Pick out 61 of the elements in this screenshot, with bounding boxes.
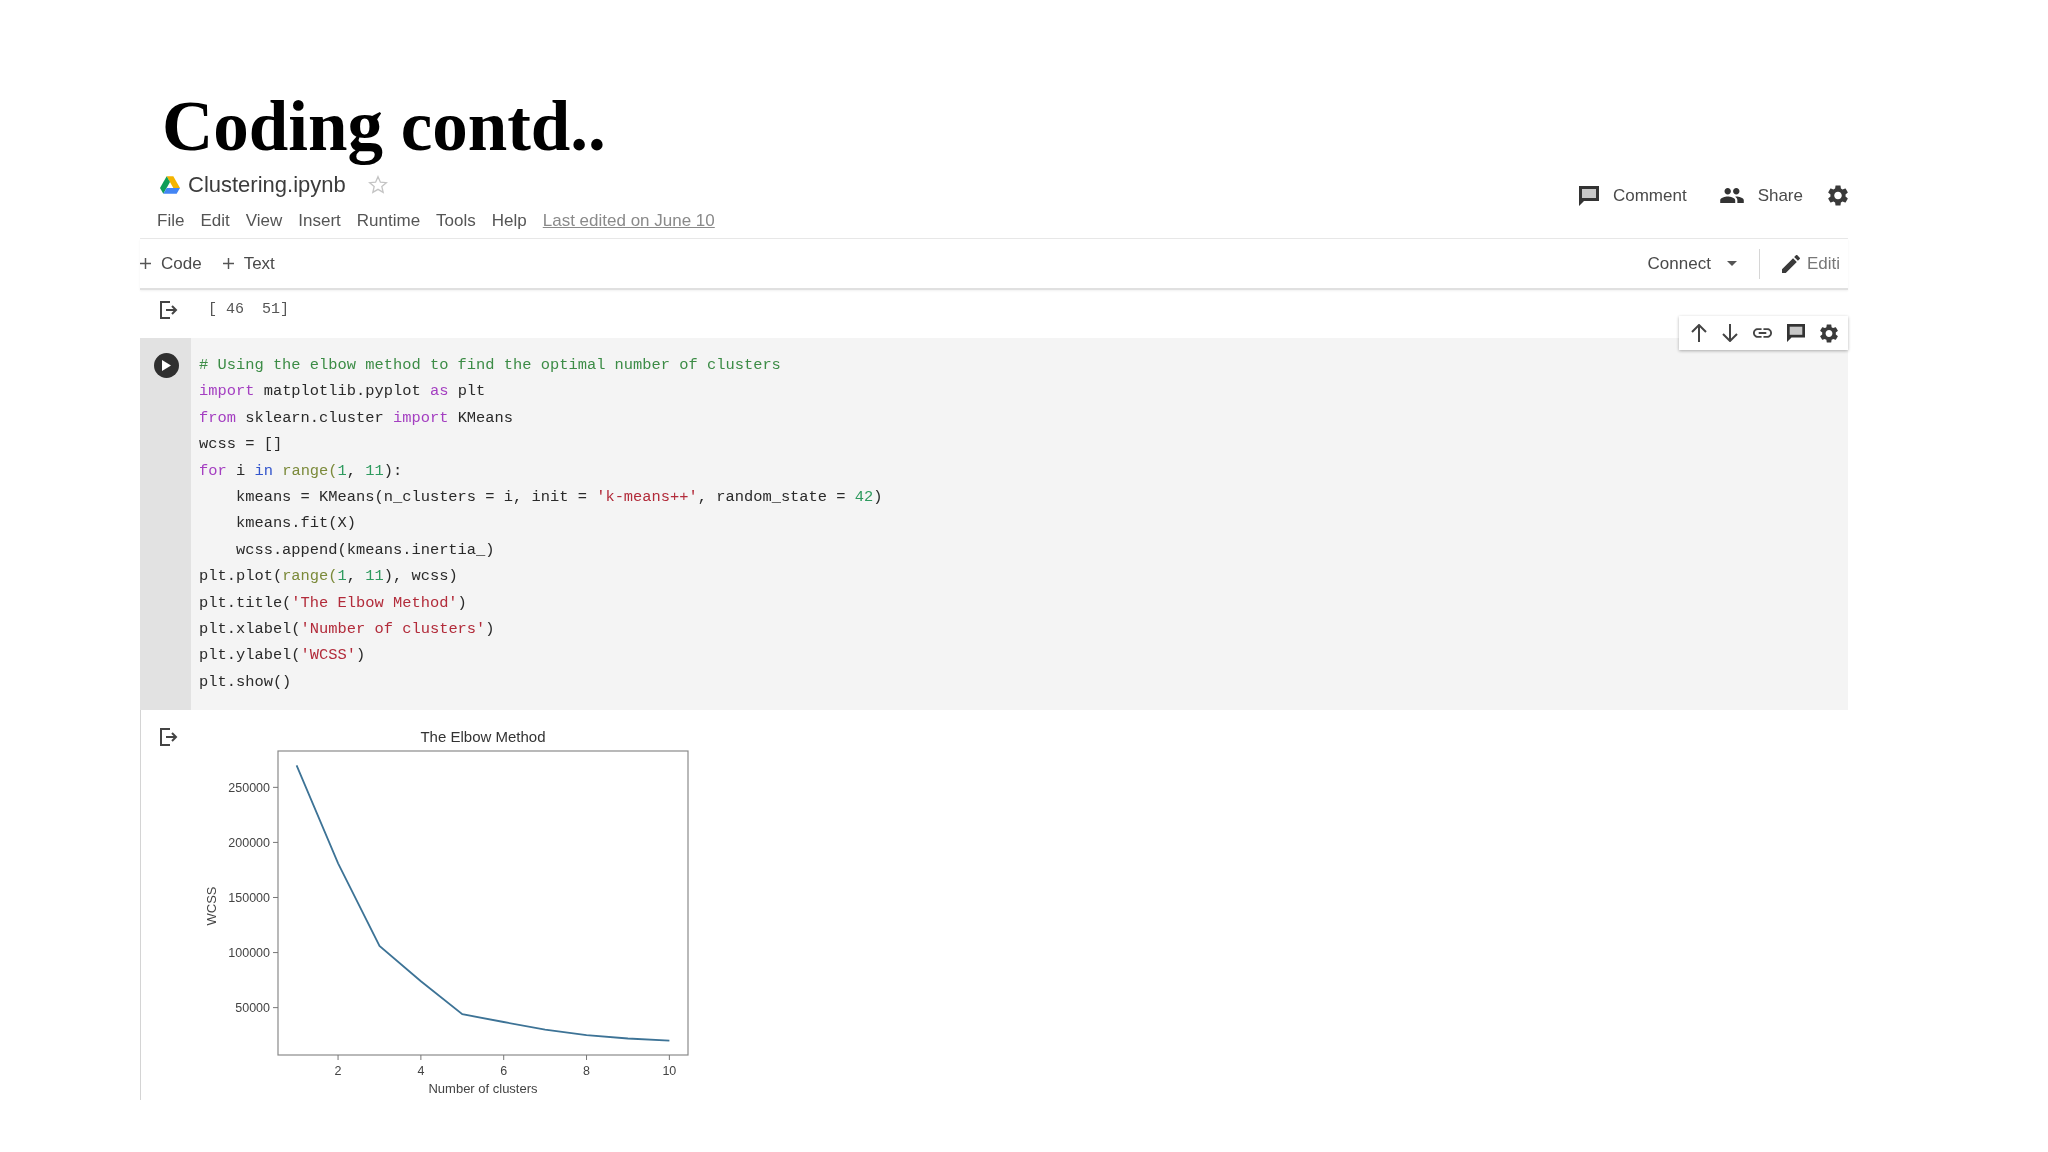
comment-icon	[1578, 185, 1599, 206]
code-line: plt.show()	[199, 671, 292, 693]
menu-item[interactable]: File	[157, 207, 185, 234]
people-icon	[1719, 188, 1744, 203]
code-line: wcss.append(kmeans.inertia_)	[234, 539, 495, 561]
add-text-button[interactable]: Text	[222, 251, 275, 276]
plus-icon	[140, 258, 151, 269]
output-text: [ 46 51]	[208, 299, 289, 320]
code-line: import matplotlib.pyplot as plt	[199, 381, 486, 403]
output-arrow-icon	[160, 728, 178, 747]
arrow-down-icon[interactable]	[1722, 324, 1738, 342]
comment-icon[interactable]	[1787, 324, 1805, 342]
play-icon	[162, 360, 171, 371]
code-line: plt.ylabel('WCSS')	[199, 645, 366, 667]
add-code-button[interactable]: Code	[140, 251, 202, 276]
pencil-icon	[1781, 254, 1800, 273]
menu-item[interactable]: Insert	[298, 207, 341, 234]
menu-item[interactable]: Edit	[200, 207, 230, 234]
axis-label: WCSS	[204, 886, 219, 926]
settings-icon[interactable]	[1820, 323, 1838, 343]
arrow-up-icon[interactable]	[1691, 324, 1707, 342]
star-icon[interactable]	[367, 174, 388, 195]
code-line: plt.title('The Elbow Method')	[199, 592, 467, 614]
menu-item[interactable]: View	[245, 207, 283, 234]
menu-item[interactable]: Runtime	[356, 207, 421, 234]
tick-label: 4	[417, 1064, 425, 1079]
code-line: wcss = []	[199, 434, 283, 456]
tick-label: 200000	[228, 836, 270, 851]
menu-item[interactable]: Help	[491, 207, 527, 234]
code-line: plt.plot(range(1, 11), wcss)	[199, 566, 458, 588]
output-arrow-icon	[160, 301, 178, 319]
tick-label: 150000	[228, 891, 270, 906]
run-button[interactable]	[154, 353, 179, 378]
tick-label: 6	[500, 1064, 508, 1079]
tick-label: 2	[334, 1064, 342, 1079]
code-line: kmeans.fit(X)	[234, 513, 356, 535]
tick-label: 8	[583, 1064, 590, 1079]
comment-button[interactable]: Comment	[1578, 183, 1687, 208]
last-edited-link[interactable]: Last edited on June 10	[542, 207, 715, 234]
slide-title: Coding contd..	[162, 87, 606, 165]
connect-button[interactable]: Connect	[1647, 251, 1737, 276]
tick-label: 100000	[228, 946, 270, 961]
plus-icon	[222, 258, 234, 269]
code-line: from sklearn.cluster import KMeans	[199, 407, 514, 429]
share-button[interactable]: Share	[1719, 183, 1803, 208]
chart-title: The Elbow Method	[420, 728, 546, 746]
editing-mode-button[interactable]: Editi	[1781, 251, 1840, 276]
menu-item[interactable]: Tools	[436, 207, 476, 234]
triangle-logo-icon	[160, 175, 180, 194]
link-icon[interactable]	[1753, 328, 1772, 338]
tick-label: 50000	[235, 1001, 270, 1016]
axis-label: Number of clusters	[428, 1081, 538, 1097]
tick-label: 250000	[228, 781, 270, 796]
tick-label: 10	[662, 1064, 677, 1079]
file-name: Clustering.ipynb	[188, 170, 346, 199]
code-line: plt.xlabel('Number of clusters')	[199, 619, 495, 641]
code-line: kmeans = KMeans(n_clusters = i, init = 'k-means++', random_state = 42)	[234, 487, 883, 509]
settings-icon[interactable]	[1828, 185, 1848, 206]
caret-icon	[1726, 261, 1737, 266]
code-line: # Using the elbow method to find the optimal number of clusters	[199, 355, 781, 376]
code-line: for i in range(1, 11):	[199, 460, 403, 482]
